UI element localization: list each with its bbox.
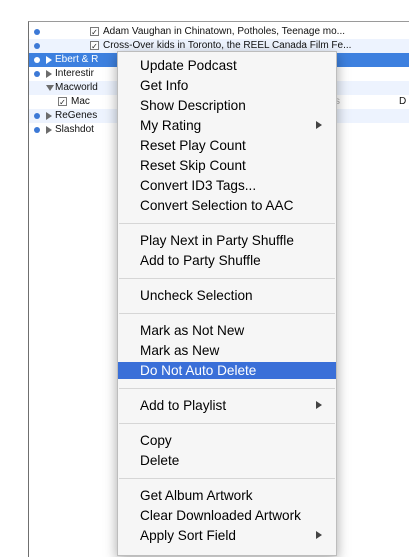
- menu-item-convert-to-aac[interactable]: Convert Selection to AAC: [118, 197, 336, 214]
- menu-item-clear-downloaded-artwork[interactable]: Clear Downloaded Artwork: [118, 507, 336, 524]
- new-episode-dot-icon: [34, 43, 40, 49]
- menu-item-apply-sort-field[interactable]: Apply Sort Field: [118, 527, 336, 544]
- disclosure-triangle-icon[interactable]: [46, 126, 52, 134]
- new-episode-dot-icon: [34, 71, 40, 77]
- checkbox-checked-icon[interactable]: ✓: [90, 41, 99, 51]
- menu-item-get-album-artwork[interactable]: Get Album Artwork: [118, 487, 336, 504]
- menu-item-convert-id3-tags[interactable]: Convert ID3 Tags...: [118, 177, 336, 194]
- menu-item-uncheck-selection[interactable]: Uncheck Selection: [118, 287, 336, 304]
- menu-item-update-podcast[interactable]: Update Podcast: [118, 57, 336, 74]
- menu-separator: [119, 388, 335, 389]
- disclosure-triangle-icon[interactable]: [46, 70, 52, 78]
- disclosure-triangle-icon[interactable]: [46, 56, 52, 64]
- menu-item-do-not-auto-delete[interactable]: Do Not Auto Delete: [118, 362, 336, 379]
- new-episode-dot-icon: [34, 113, 40, 119]
- podcast-title: Ebert & R: [55, 54, 99, 65]
- episode-title: Adam Vaughan in Chinatown, Potholes, Tee…: [103, 26, 346, 37]
- menu-item-label: Apply Sort Field: [140, 528, 236, 543]
- submenu-arrow-icon: [316, 531, 322, 539]
- menu-item-copy[interactable]: Copy: [118, 432, 336, 449]
- episode-column-fragment: D: [399, 96, 407, 107]
- menu-item-play-next-party-shuffle[interactable]: Play Next in Party Shuffle: [118, 232, 336, 249]
- podcast-title: Interestir: [55, 68, 94, 79]
- menu-item-reset-skip-count[interactable]: Reset Skip Count: [118, 157, 336, 174]
- menu-item-mark-as-not-new[interactable]: Mark as Not New: [118, 322, 336, 339]
- menu-item-add-to-playlist[interactable]: Add to Playlist: [118, 397, 336, 414]
- disclosure-triangle-expanded-icon[interactable]: [46, 85, 54, 91]
- podcast-title: Macworld: [55, 82, 98, 93]
- menu-item-mark-as-new[interactable]: Mark as New: [118, 342, 336, 359]
- menu-item-delete[interactable]: Delete: [118, 452, 336, 469]
- checkbox-checked-icon[interactable]: ✓: [58, 97, 67, 107]
- menu-separator: [119, 423, 335, 424]
- menu-separator: [119, 223, 335, 224]
- menu-separator: [119, 478, 335, 479]
- submenu-arrow-icon: [316, 121, 322, 129]
- menu-item-label: Add to Playlist: [140, 398, 227, 413]
- menu-separator: [119, 278, 335, 279]
- menu-item-reset-play-count[interactable]: Reset Play Count: [118, 137, 336, 154]
- menu-separator: [119, 313, 335, 314]
- menu-item-get-info[interactable]: Get Info: [118, 77, 336, 94]
- menu-item-my-rating[interactable]: My Rating: [118, 117, 336, 134]
- podcast-title: Slashdot: [55, 124, 94, 135]
- menu-item-add-to-party-shuffle[interactable]: Add to Party Shuffle: [118, 252, 336, 269]
- context-menu: Update Podcast Get Info Show Description…: [117, 51, 337, 556]
- menu-item-label: My Rating: [140, 118, 202, 133]
- disclosure-triangle-icon[interactable]: [46, 112, 52, 120]
- new-episode-dot-icon: [34, 127, 40, 133]
- submenu-arrow-icon: [316, 401, 322, 409]
- episode-row[interactable]: ✓ Adam Vaughan in Chinatown, Potholes, T…: [29, 25, 409, 39]
- episode-title: Mac: [71, 96, 90, 107]
- checkbox-checked-icon[interactable]: ✓: [90, 27, 99, 37]
- new-episode-dot-icon: [34, 29, 40, 35]
- menu-item-show-description[interactable]: Show Description: [118, 97, 336, 114]
- new-episode-dot-icon: [34, 57, 40, 63]
- podcast-title: ReGenes: [55, 110, 98, 121]
